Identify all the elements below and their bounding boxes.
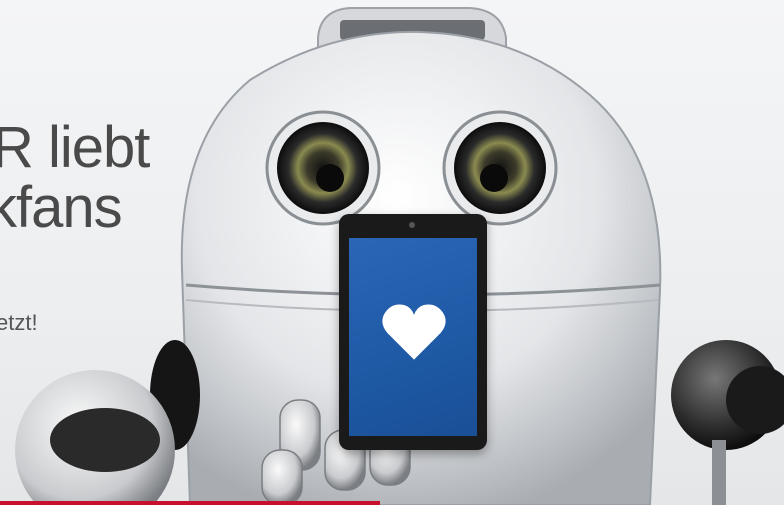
promo-banner[interactable]: R liebt kfans etzt! — [0, 0, 784, 505]
tablet-camera — [409, 222, 415, 228]
tablet-screen — [349, 238, 477, 436]
heart-icon — [382, 304, 446, 360]
accent-bar — [0, 501, 380, 505]
tablet — [339, 214, 487, 450]
